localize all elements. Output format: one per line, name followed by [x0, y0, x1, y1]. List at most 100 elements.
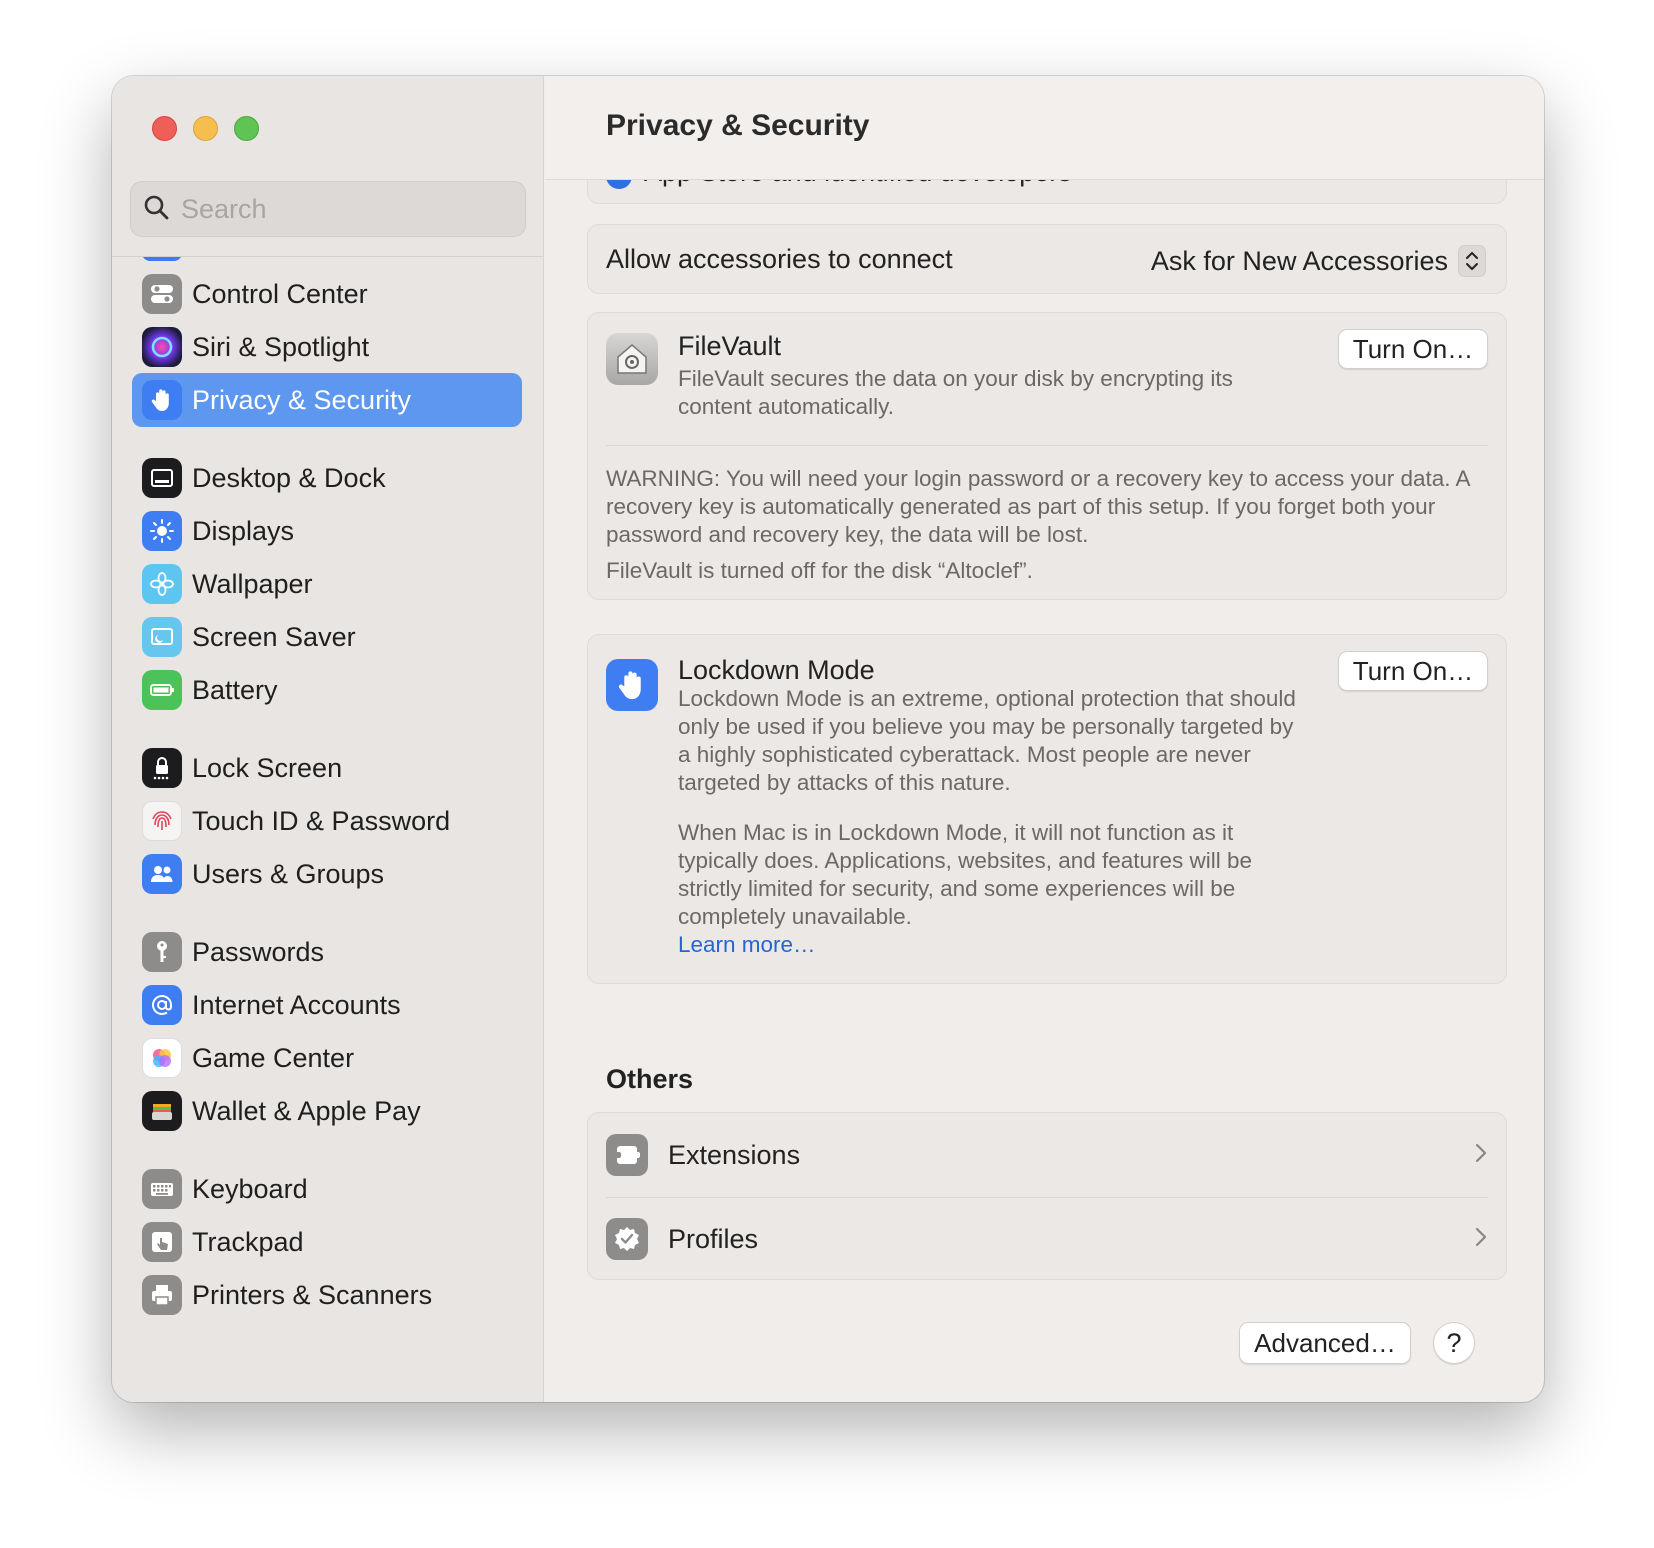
lockdown-turn-on-button[interactable]: Turn On…: [1338, 651, 1488, 691]
filevault-warning: WARNING: You will need your login passwo…: [606, 466, 1470, 547]
control-center-icon: [142, 274, 182, 314]
sidebar-item-label: Users & Groups: [192, 858, 385, 889]
fingerprint-icon: [142, 801, 182, 841]
sidebar-item-label: Passwords: [192, 936, 325, 967]
sidebar-item-touch-id[interactable]: Touch ID & Password: [132, 794, 522, 848]
sidebar-item-keyboard[interactable]: Keyboard: [132, 1162, 522, 1216]
chevron-right-icon: [1474, 1226, 1488, 1253]
printer-icon: [142, 1275, 182, 1315]
sidebar-item-printers[interactable]: Printers & Scanners: [132, 1268, 522, 1322]
sidebar-item-label: Printers & Scanners: [192, 1279, 433, 1310]
search-icon: [143, 194, 169, 225]
sidebar-item-label: Game Center: [192, 1042, 355, 1073]
users-icon: [142, 854, 182, 894]
sidebar-item-lock-screen[interactable]: Lock Screen: [132, 741, 522, 795]
sidebar-item-wallpaper[interactable]: Wallpaper: [132, 557, 522, 611]
updown-chevron-icon: [1458, 245, 1486, 277]
learn-more-link[interactable]: Learn more…: [678, 931, 816, 959]
accessories-value: Ask for New Accessories: [1150, 245, 1448, 276]
divider: [606, 445, 1488, 446]
extensions-row[interactable]: Extensions: [588, 1113, 1506, 1197]
hand-icon: [142, 380, 182, 420]
profiles-row[interactable]: Profiles: [588, 1197, 1506, 1281]
settings-window: Control Center Siri & Spotlight Privacy …: [112, 76, 1544, 1402]
profiles-label: Profiles: [668, 1223, 759, 1254]
window-controls: [152, 116, 259, 141]
sidebar-item-privacy-security[interactable]: Privacy & Security: [132, 373, 522, 427]
sidebar-item-trackpad[interactable]: Trackpad: [132, 1215, 522, 1269]
sidebar-item-users-groups[interactable]: Users & Groups: [132, 847, 522, 901]
sidebar-item-wallet[interactable]: Wallet & Apple Pay: [132, 1084, 522, 1138]
sidebar-item-label: Displays: [192, 515, 295, 546]
sidebar-item-label: Privacy & Security: [192, 384, 412, 415]
sidebar-item-siri-spotlight[interactable]: Siri & Spotlight: [132, 320, 522, 374]
at-icon: [142, 985, 182, 1025]
others-card: Extensions Profiles: [587, 1112, 1507, 1280]
game-center-icon: [142, 1038, 182, 1078]
filevault-card: FileVault FileVault secures the data on …: [587, 312, 1507, 600]
extensions-label: Extensions: [668, 1139, 801, 1170]
page-title: Privacy & Security: [606, 109, 870, 142]
minimize-button[interactable]: [193, 116, 218, 141]
sidebar-item-label: Trackpad: [192, 1226, 304, 1257]
profiles-icon: [606, 1218, 648, 1260]
keyboard-icon: [142, 1169, 182, 1209]
sidebar-item-displays[interactable]: Displays: [132, 504, 522, 558]
lockdown-description: Lockdown Mode is an extreme, optional pr…: [678, 686, 1296, 795]
sidebar: Control Center Siri & Spotlight Privacy …: [112, 76, 544, 1402]
filevault-turn-on-button[interactable]: Turn On…: [1338, 329, 1488, 369]
others-heading: Others: [606, 1064, 694, 1094]
filevault-icon: [606, 333, 658, 385]
sidebar-item-internet-accounts[interactable]: Internet Accounts: [132, 978, 522, 1032]
sidebar-item-passwords[interactable]: Passwords: [132, 925, 522, 979]
lockdown-card: Lockdown Mode Lockdown Mode is an extrem…: [587, 634, 1507, 984]
trackpad-icon: [142, 1222, 182, 1262]
filevault-description: FileVault secures the data on your disk …: [678, 366, 1233, 419]
chevron-right-icon: [1474, 1142, 1488, 1169]
filevault-title: FileVault: [678, 331, 782, 361]
sidebar-item-game-center[interactable]: Game Center: [132, 1031, 522, 1085]
sidebar-item-label: Control Center: [192, 278, 368, 309]
main-pane: Privacy & Security App Store and identif…: [545, 76, 1544, 1402]
close-button[interactable]: [152, 116, 177, 141]
filevault-status: FileVault is turned off for the disk “Al…: [606, 558, 1033, 583]
battery-icon: [142, 670, 182, 710]
sidebar-item-label: Desktop & Dock: [192, 462, 386, 493]
sidebar-item-label: Wallet & Apple Pay: [192, 1095, 421, 1126]
sidebar-list[interactable]: Control Center Siri & Spotlight Privacy …: [112, 257, 543, 1402]
sidebar-item-label: Internet Accounts: [192, 989, 401, 1020]
extensions-icon: [606, 1134, 648, 1176]
zoom-button[interactable]: [234, 116, 259, 141]
sidebar-item-screen-saver[interactable]: Screen Saver: [132, 610, 522, 664]
sidebar-item-label: Keyboard: [192, 1173, 308, 1204]
sidebar-item-battery[interactable]: Battery: [132, 663, 522, 717]
screen-saver-icon: [142, 617, 182, 657]
sidebar-item-desktop-dock[interactable]: Desktop & Dock: [132, 451, 522, 505]
lockdown-description-2: When Mac is in Lockdown Mode, it will no…: [678, 820, 1253, 929]
lock-icon: [142, 748, 182, 788]
search-input[interactable]: [181, 193, 501, 225]
accessories-popup[interactable]: Ask for New Accessories: [1151, 245, 1486, 277]
sidebar-item-label: Siri & Spotlight: [192, 331, 370, 362]
sidebar-item-control-center[interactable]: Control Center: [132, 267, 522, 321]
toolbar: Privacy & Security: [545, 76, 1544, 180]
flower-icon: [142, 564, 182, 604]
sidebar-item-label: Lock Screen: [192, 752, 343, 783]
sidebar-item-label: Screen Saver: [192, 621, 356, 652]
advanced-button[interactable]: Advanced…: [1239, 1322, 1411, 1364]
key-icon: [142, 932, 182, 972]
siri-icon: [142, 327, 182, 367]
sun-icon: [142, 511, 182, 551]
help-button[interactable]: ?: [1433, 1322, 1475, 1364]
dock-icon: [142, 458, 182, 498]
sidebar-item-label: Battery: [192, 674, 278, 705]
sidebar-item-label: Wallpaper: [192, 568, 313, 599]
sidebar-item-label: Touch ID & Password: [192, 805, 451, 836]
search-field[interactable]: [130, 181, 526, 237]
wallet-icon: [142, 1091, 182, 1131]
lockdown-title: Lockdown Mode: [678, 655, 875, 685]
accessories-label: Allow accessories to connect: [606, 244, 953, 274]
hand-icon: [606, 659, 658, 711]
accessories-card: Allow accessories to connect Ask for New…: [587, 224, 1507, 294]
scroll-content[interactable]: App Store and identified developers Allo…: [545, 76, 1544, 1402]
